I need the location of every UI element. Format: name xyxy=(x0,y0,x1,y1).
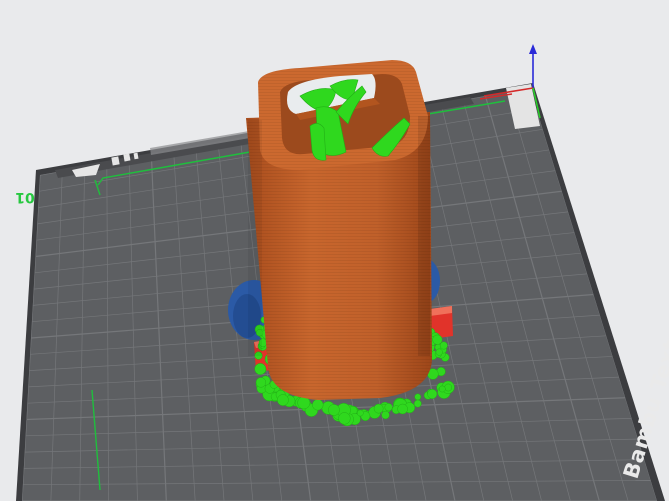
print-model[interactable] xyxy=(228,60,455,427)
support-blob xyxy=(435,348,443,356)
support-blob xyxy=(328,404,340,416)
support-blob xyxy=(397,403,408,415)
support-blob xyxy=(338,412,351,425)
support-blob xyxy=(255,377,267,388)
viewport-canvas[interactable]: 01 Bambu Textured PEI Plate xyxy=(0,0,669,501)
support-blob xyxy=(312,399,324,411)
support-blob xyxy=(444,383,453,392)
support-blob xyxy=(413,399,422,408)
support-blob xyxy=(432,334,443,345)
support-blob xyxy=(356,409,364,417)
support-blob xyxy=(414,393,422,401)
support-blob xyxy=(254,363,267,375)
plate-marker-small-2 xyxy=(123,153,131,162)
3d-viewport[interactable]: 01 Bambu Textured PEI Plate xyxy=(0,0,669,501)
plate-marker-small-1 xyxy=(111,156,120,166)
support-blob xyxy=(373,403,384,414)
support-blob xyxy=(384,403,393,412)
support-blob xyxy=(438,385,446,393)
support-blob xyxy=(381,410,390,420)
plate-number-label: 01 xyxy=(15,189,34,205)
support-blob xyxy=(427,389,438,399)
model-body-shade-left xyxy=(248,120,262,356)
model-body-shade-right xyxy=(418,116,430,356)
support-blob xyxy=(277,394,289,406)
